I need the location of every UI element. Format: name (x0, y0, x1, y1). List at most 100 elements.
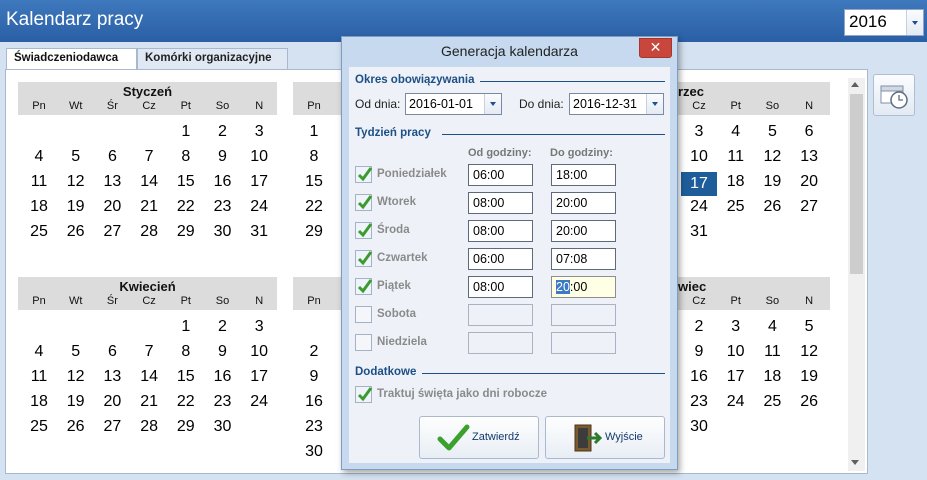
day-cell[interactable]: 26 (791, 393, 827, 411)
day-cell[interactable]: 25 (21, 223, 57, 241)
day-cell[interactable]: 11 (718, 148, 754, 166)
day-cell[interactable]: 27 (94, 223, 130, 241)
year-dropdown-button[interactable] (906, 10, 923, 35)
day-cell[interactable]: 24 (241, 393, 277, 411)
day-cell[interactable]: 2 (205, 318, 241, 336)
from-date-dropdown[interactable] (484, 94, 501, 114)
day-checkbox[interactable] (355, 334, 372, 351)
day-cell[interactable]: 18 (718, 173, 754, 191)
day-cell[interactable]: 29 (296, 223, 332, 241)
year-select[interactable]: 2016 (844, 9, 924, 36)
day-cell[interactable]: 22 (168, 393, 204, 411)
day-cell[interactable]: 22 (296, 198, 332, 216)
day-cell[interactable]: 9 (205, 148, 241, 166)
day-cell[interactable]: 18 (21, 393, 57, 411)
day-cell[interactable]: 21 (131, 198, 167, 216)
day-cell[interactable]: 31 (681, 223, 717, 241)
day-cell[interactable]: 20 (94, 198, 130, 216)
day-cell[interactable]: 16 (681, 368, 717, 386)
day-cell[interactable]: 28 (131, 223, 167, 241)
to-date-field[interactable]: 2016-12-31 (569, 93, 664, 115)
day-cell[interactable]: 24 (718, 393, 754, 411)
day-cell[interactable]: 17 (241, 368, 277, 386)
day-cell[interactable]: 16 (205, 368, 241, 386)
day-cell[interactable]: 2 (681, 318, 717, 336)
day-cell[interactable]: 2 (296, 343, 332, 361)
day-cell[interactable]: 26 (58, 223, 94, 241)
day-cell[interactable]: 24 (681, 198, 717, 216)
day-cell[interactable]: 1 (168, 123, 204, 141)
day-checkbox[interactable] (355, 278, 373, 295)
day-cell[interactable]: 19 (791, 368, 827, 386)
day-checkbox[interactable] (355, 166, 373, 183)
day-cell[interactable]: 24 (241, 198, 277, 216)
day-cell[interactable]: 2 (205, 123, 241, 141)
day-cell[interactable]: 5 (58, 343, 94, 361)
day-cell[interactable]: 5 (58, 148, 94, 166)
day-cell[interactable]: 4 (754, 318, 790, 336)
day-cell[interactable]: 11 (754, 343, 790, 361)
from-hour-input[interactable]: 08:00 (468, 220, 533, 242)
day-cell[interactable]: 23 (296, 418, 332, 436)
day-cell[interactable]: 8 (168, 343, 204, 361)
to-hour-input[interactable]: 07:08 (551, 248, 616, 270)
day-cell[interactable]: 25 (21, 418, 57, 436)
scroll-down-icon[interactable] (851, 460, 859, 465)
day-cell[interactable]: 27 (791, 198, 827, 216)
day-cell[interactable]: 15 (168, 173, 204, 191)
day-cell[interactable]: 12 (754, 148, 790, 166)
day-cell[interactable]: 26 (754, 198, 790, 216)
to-hour-input[interactable] (551, 304, 616, 326)
day-cell[interactable]: 21 (131, 393, 167, 411)
day-cell[interactable]: 12 (791, 343, 827, 361)
day-cell[interactable]: 19 (754, 173, 790, 191)
holidays-checkbox[interactable] (355, 386, 373, 403)
day-cell[interactable]: 1 (296, 123, 332, 141)
day-cell[interactable]: 7 (131, 148, 167, 166)
day-cell[interactable]: 25 (754, 393, 790, 411)
day-cell[interactable]: 16 (205, 173, 241, 191)
tab-komorki-organizacyjne[interactable]: Komórki organizacyjne (137, 48, 288, 69)
day-cell[interactable]: 19 (58, 393, 94, 411)
day-checkbox[interactable] (355, 250, 373, 267)
day-cell[interactable]: 14 (131, 368, 167, 386)
day-cell[interactable]: 30 (681, 418, 717, 436)
day-cell[interactable]: 30 (296, 443, 332, 461)
day-cell[interactable]: 29 (168, 223, 204, 241)
day-cell[interactable]: 10 (241, 148, 277, 166)
to-hour-input[interactable]: 20:00 (551, 220, 616, 242)
day-cell[interactable]: 12 (58, 173, 94, 191)
day-cell[interactable]: 30 (205, 223, 241, 241)
day-cell[interactable]: 3 (241, 123, 277, 141)
day-cell[interactable]: 23 (205, 393, 241, 411)
day-cell[interactable]: 6 (791, 123, 827, 141)
day-cell[interactable]: 15 (168, 368, 204, 386)
day-cell[interactable]: 5 (791, 318, 827, 336)
day-cell[interactable]: 25 (718, 198, 754, 216)
day-cell[interactable]: 17 (241, 173, 277, 191)
from-hour-input[interactable]: 08:00 (468, 276, 533, 298)
to-hour-input[interactable] (551, 332, 616, 354)
day-cell[interactable]: 18 (754, 368, 790, 386)
day-cell[interactable]: 11 (21, 368, 57, 386)
day-cell[interactable]: 8 (168, 148, 204, 166)
day-cell[interactable]: 20 (94, 393, 130, 411)
from-hour-input[interactable] (468, 304, 533, 326)
day-checkbox[interactable] (355, 194, 373, 211)
day-cell[interactable]: 12 (58, 368, 94, 386)
tab-swiadczeniodawca[interactable]: Świadczeniodawca (6, 48, 137, 70)
exit-button[interactable]: Wyjście (545, 416, 665, 459)
from-hour-input[interactable]: 06:00 (468, 248, 533, 270)
day-cell[interactable]: 10 (681, 148, 717, 166)
day-cell[interactable]: 14 (131, 173, 167, 191)
day-cell[interactable]: 13 (94, 368, 130, 386)
close-icon[interactable]: ✕ (639, 38, 672, 58)
day-cell[interactable]: 27 (94, 418, 130, 436)
confirm-button[interactable]: Zatwierdź (419, 416, 539, 459)
day-cell[interactable]: 23 (681, 393, 717, 411)
from-date-field[interactable]: 2016-01-01 (405, 93, 502, 115)
day-cell[interactable]: 6 (94, 148, 130, 166)
day-cell[interactable]: 3 (241, 318, 277, 336)
from-hour-input[interactable]: 06:00 (468, 164, 533, 186)
day-cell[interactable]: 31 (241, 223, 277, 241)
